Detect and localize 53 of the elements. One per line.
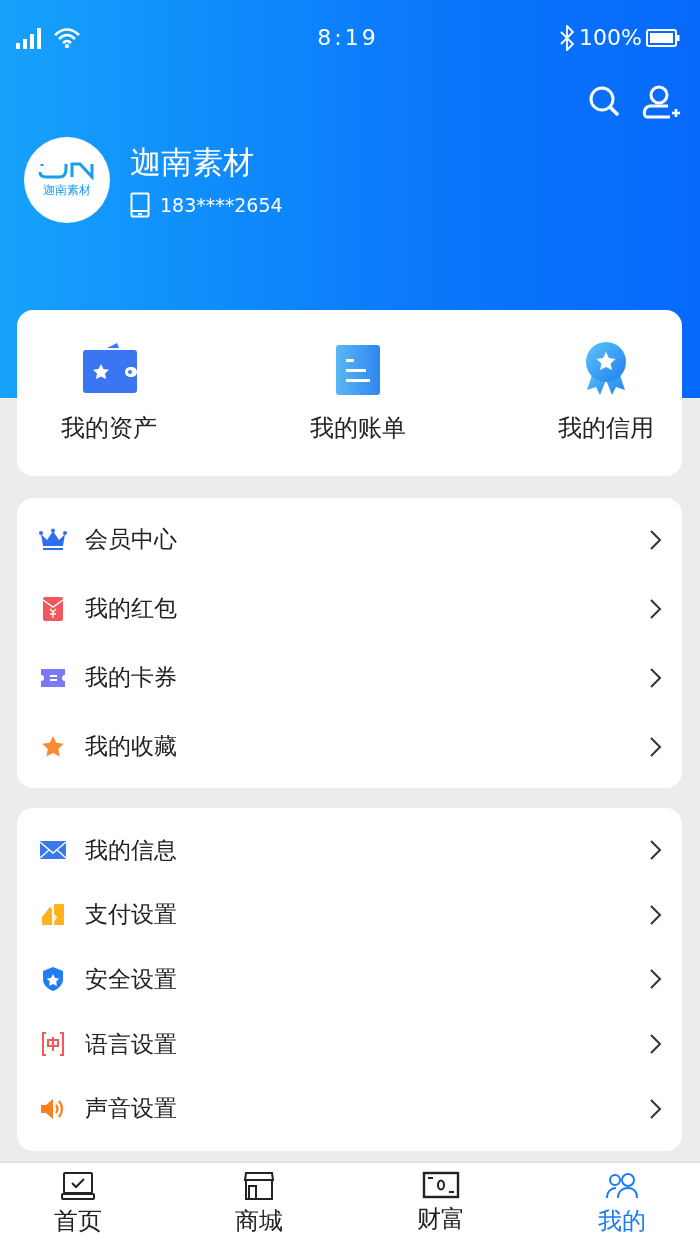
menu-row[interactable]: 我的信息 (17, 818, 682, 883)
language-icon (40, 1031, 66, 1058)
laptop-icon (61, 1171, 95, 1201)
chevron-right-icon (648, 839, 662, 862)
bluetooth-icon (559, 24, 576, 51)
wifi-icon (54, 26, 80, 49)
phone-icon (130, 192, 150, 218)
chevron-right-icon (648, 903, 662, 926)
tab[interactable]: 商城 (201, 1163, 318, 1245)
status-time: 8:19 (317, 25, 379, 50)
shortcut-button[interactable]: 我的账单 (309, 310, 406, 476)
menu-row[interactable]: 支付设置 (17, 882, 682, 948)
tab[interactable]: 财富 (382, 1163, 499, 1245)
wallet-icon (81, 340, 137, 396)
crown-icon (39, 527, 67, 552)
shortcut-button[interactable]: 我的资产 (61, 310, 157, 476)
chevron-right-icon (648, 1033, 662, 1056)
search-icon (588, 85, 620, 117)
menu-row[interactable]: 我的红包 (17, 574, 682, 643)
menu-row[interactable]: 安全设置 (17, 947, 682, 1012)
tab[interactable]: 我的 (564, 1163, 680, 1245)
menu-row[interactable]: 会员中心 (17, 505, 682, 574)
battery-icon (646, 27, 680, 48)
battery-percent: 100% (579, 25, 642, 50)
menu-row[interactable]: 我的卡券 (17, 643, 682, 712)
money-envelope-icon (42, 595, 64, 622)
shortcut-button[interactable]: 我的信用 (558, 310, 654, 476)
chevron-right-icon (648, 597, 662, 620)
banknote-icon (421, 1171, 460, 1199)
logo-mark-icon (38, 161, 96, 180)
chevron-right-icon (648, 1097, 662, 1120)
menu-row[interactable]: 语言设置 (17, 1011, 682, 1077)
star-icon (41, 734, 65, 759)
menu-row[interactable]: 我的收藏 (17, 712, 682, 781)
chevron-right-icon (648, 666, 662, 689)
user-name: 迦南素材 (130, 143, 255, 182)
people-icon (605, 1171, 639, 1201)
chevron-right-icon (648, 735, 662, 758)
hand-card-icon (40, 902, 66, 927)
envelope-icon (39, 839, 67, 862)
tab[interactable]: 首页 (20, 1163, 136, 1245)
logo-text: 迦南素材 (43, 181, 91, 199)
ticket-icon (39, 666, 67, 689)
document-icon (334, 344, 381, 396)
storefront-icon (243, 1171, 276, 1201)
phone-number: 183****2654 (160, 194, 283, 216)
menu-row[interactable]: 声音设置 (17, 1076, 682, 1141)
add-user-icon (642, 85, 682, 119)
medal-icon (583, 340, 629, 396)
chevron-right-icon (648, 968, 662, 991)
chevron-right-icon (648, 528, 662, 551)
signal-icon (16, 26, 44, 49)
shield-icon (41, 966, 65, 993)
